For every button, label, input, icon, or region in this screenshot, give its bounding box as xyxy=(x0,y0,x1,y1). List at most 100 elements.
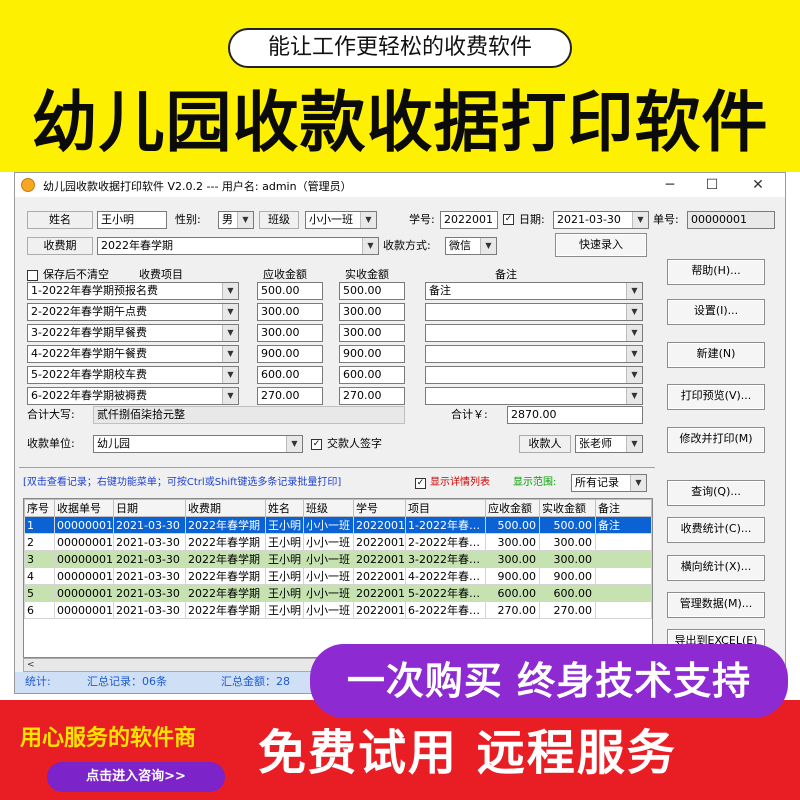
records-grid[interactable]: 序号 收据单号 日期 收费期 姓名 班级 学号 项目 应收金额 实收金额 备注 … xyxy=(23,498,653,658)
scroll-left-icon[interactable]: < xyxy=(27,660,35,670)
date-checkbox[interactable]: ✓ xyxy=(503,214,514,225)
chevron-down-icon: ▼ xyxy=(222,283,238,299)
table-row[interactable]: 1 00000001 2021-03-30 2022年春学期 王小明 小小一班 202200… xyxy=(24,516,652,534)
due-input-5[interactable]: 600.00 xyxy=(257,366,323,384)
remark-select-6[interactable]: ▼ xyxy=(425,387,643,405)
cell: 4-2022年春… xyxy=(405,567,486,585)
cell: 2022001 xyxy=(353,601,406,619)
item-value: 6-2022年春学期被褥费 xyxy=(31,389,147,402)
header-cell[interactable]: 实收金额 xyxy=(539,499,596,517)
gender-select[interactable]: 男 ▼ xyxy=(218,211,254,229)
consult-button[interactable]: 点击进入咨询>> xyxy=(47,762,225,792)
gender-value: 男 xyxy=(222,213,233,226)
chevron-down-icon: ▼ xyxy=(630,475,646,491)
header-cell[interactable]: 日期 xyxy=(113,499,186,517)
sign-checkbox[interactable]: ✓ xyxy=(311,439,322,450)
paid-input-1[interactable]: 500.00 xyxy=(339,282,405,300)
chevron-down-icon: ▼ xyxy=(626,304,642,320)
cell: 小小一班 xyxy=(303,567,354,585)
chevron-down-icon: ▼ xyxy=(480,238,496,254)
due-input-1[interactable]: 500.00 xyxy=(257,282,323,300)
chevron-down-icon: ▼ xyxy=(222,325,238,341)
new-button[interactable]: 新建(N) xyxy=(667,342,765,368)
paid-input-5[interactable]: 600.00 xyxy=(339,366,405,384)
header-cell[interactable]: 学号 xyxy=(353,499,406,517)
paid-input-4[interactable]: 900.00 xyxy=(339,345,405,363)
due-input-2[interactable]: 300.00 xyxy=(257,303,323,321)
cell xyxy=(595,567,652,585)
chevron-down-icon: ▼ xyxy=(222,388,238,404)
due-input-6[interactable]: 270.00 xyxy=(257,387,323,405)
query-button[interactable]: 查询(Q)... xyxy=(667,480,765,506)
name-input[interactable]: 王小明 xyxy=(97,211,167,229)
total-upper-field: 贰仟捌佰柒拾元整 xyxy=(93,406,405,424)
header-cell[interactable]: 应收金额 xyxy=(485,499,540,517)
settings-button[interactable]: 设置(I)... xyxy=(667,299,765,325)
pay-method-select[interactable]: 微信 ▼ xyxy=(445,237,497,255)
manage-data-button[interactable]: 管理数据(M)... xyxy=(667,592,765,618)
cross-stats-button[interactable]: 横向统计(X)... xyxy=(667,555,765,581)
header-cell[interactable]: 序号 xyxy=(24,499,55,517)
table-row[interactable]: 5 00000001 2021-03-30 2022年春学期 王小明 小小一班 202200… xyxy=(24,584,652,602)
item-select-4[interactable]: 4-2022年春学期午餐费 ▼ xyxy=(27,345,239,363)
header-cell[interactable]: 项目 xyxy=(405,499,486,517)
cell: 王小明 xyxy=(265,533,304,551)
table-row[interactable]: 3 00000001 2021-03-30 2022年春学期 王小明 小小一班 202200… xyxy=(24,550,652,568)
paid-input-6[interactable]: 270.00 xyxy=(339,387,405,405)
header-cell[interactable]: 收据单号 xyxy=(54,499,114,517)
cell: 2021-03-30 xyxy=(113,516,186,534)
payee-label[interactable]: 收款人 xyxy=(519,435,571,453)
paid-input-2[interactable]: 300.00 xyxy=(339,303,405,321)
cell: 2021-03-30 xyxy=(113,567,186,585)
date-picker[interactable]: 2021-03-30 ▼ xyxy=(553,211,649,229)
paid-input-3[interactable]: 300.00 xyxy=(339,324,405,342)
class-select[interactable]: 小小一班 ▼ xyxy=(305,211,377,229)
title-bar: 幼儿园收款收据打印软件 V2.0.2 --- 用户名: admin（管理员） ─… xyxy=(15,173,785,197)
remark-select-5[interactable]: ▼ xyxy=(425,366,643,384)
print-preview-button[interactable]: 打印预览(V)... xyxy=(667,384,765,410)
due-input-3[interactable]: 300.00 xyxy=(257,324,323,342)
status-label: 统计: xyxy=(25,675,51,688)
header-cell[interactable]: 收费期 xyxy=(185,499,266,517)
show-detail-label: 显示详情列表 xyxy=(430,477,490,488)
item-select-2[interactable]: 2-2022年春学期午点费 ▼ xyxy=(27,303,239,321)
modify-print-button[interactable]: 修改并打印(M) xyxy=(667,427,765,453)
range-select[interactable]: 所有记录 ▼ xyxy=(571,474,647,492)
remark-select-1[interactable]: 备注 ▼ xyxy=(425,282,643,300)
table-row[interactable]: 4 00000001 2021-03-30 2022年春学期 王小明 小小一班 202200… xyxy=(24,567,652,585)
fee-stats-button[interactable]: 收费统计(C)... xyxy=(667,517,765,543)
student-no-input[interactable]: 2022001 xyxy=(440,211,498,229)
payee-select[interactable]: 张老师 ▼ xyxy=(575,435,643,453)
table-row[interactable]: 2 00000001 2021-03-30 2022年春学期 王小明 小小一班 202200… xyxy=(24,533,652,551)
maximize-button[interactable]: ☐ xyxy=(697,175,727,195)
class-label: 班级 xyxy=(259,211,299,229)
unit-select[interactable]: 幼儿园 ▼ xyxy=(93,435,303,453)
quick-entry-button[interactable]: 快速录入 xyxy=(555,233,647,257)
show-detail-checkbox[interactable]: ✓ xyxy=(415,478,426,489)
period-select[interactable]: 2022年春学期 ▼ xyxy=(97,237,379,255)
cell: 小小一班 xyxy=(303,533,354,551)
cell: 300.00 xyxy=(539,533,596,551)
item-select-6[interactable]: 6-2022年春学期被褥费 ▼ xyxy=(27,387,239,405)
remark-select-3[interactable]: ▼ xyxy=(425,324,643,342)
cell: 4 xyxy=(24,567,55,585)
close-button[interactable]: ✕ xyxy=(743,175,773,195)
remark-select-2[interactable]: ▼ xyxy=(425,303,643,321)
keep-checkbox[interactable] xyxy=(27,270,38,281)
header-cell[interactable]: 姓名 xyxy=(265,499,304,517)
status-count: 汇总记录：06条 xyxy=(87,675,167,688)
records-hint: [双击查看记录；右键功能菜单；可按Ctrl或Shift键选多条记录批量打印] xyxy=(23,477,342,488)
item-select-1[interactable]: 1-2022年春学期预报名费 ▼ xyxy=(27,282,239,300)
minimize-button[interactable]: ─ xyxy=(655,175,685,195)
cell: 5 xyxy=(24,584,55,602)
trial-service-text: 免费试用 远程服务 xyxy=(258,725,677,781)
item-select-3[interactable]: 3-2022年春学期早餐费 ▼ xyxy=(27,324,239,342)
remark-select-4[interactable]: ▼ xyxy=(425,345,643,363)
header-cell[interactable]: 班级 xyxy=(303,499,354,517)
header-cell[interactable]: 备注 xyxy=(595,499,652,517)
table-row[interactable]: 6 00000001 2021-03-30 2022年春学期 王小明 小小一班 202200… xyxy=(24,601,652,619)
due-input-4[interactable]: 900.00 xyxy=(257,345,323,363)
chevron-down-icon: ▼ xyxy=(626,325,642,341)
item-select-5[interactable]: 5-2022年春学期校车费 ▼ xyxy=(27,366,239,384)
help-button[interactable]: 帮助(H)... xyxy=(667,259,765,285)
